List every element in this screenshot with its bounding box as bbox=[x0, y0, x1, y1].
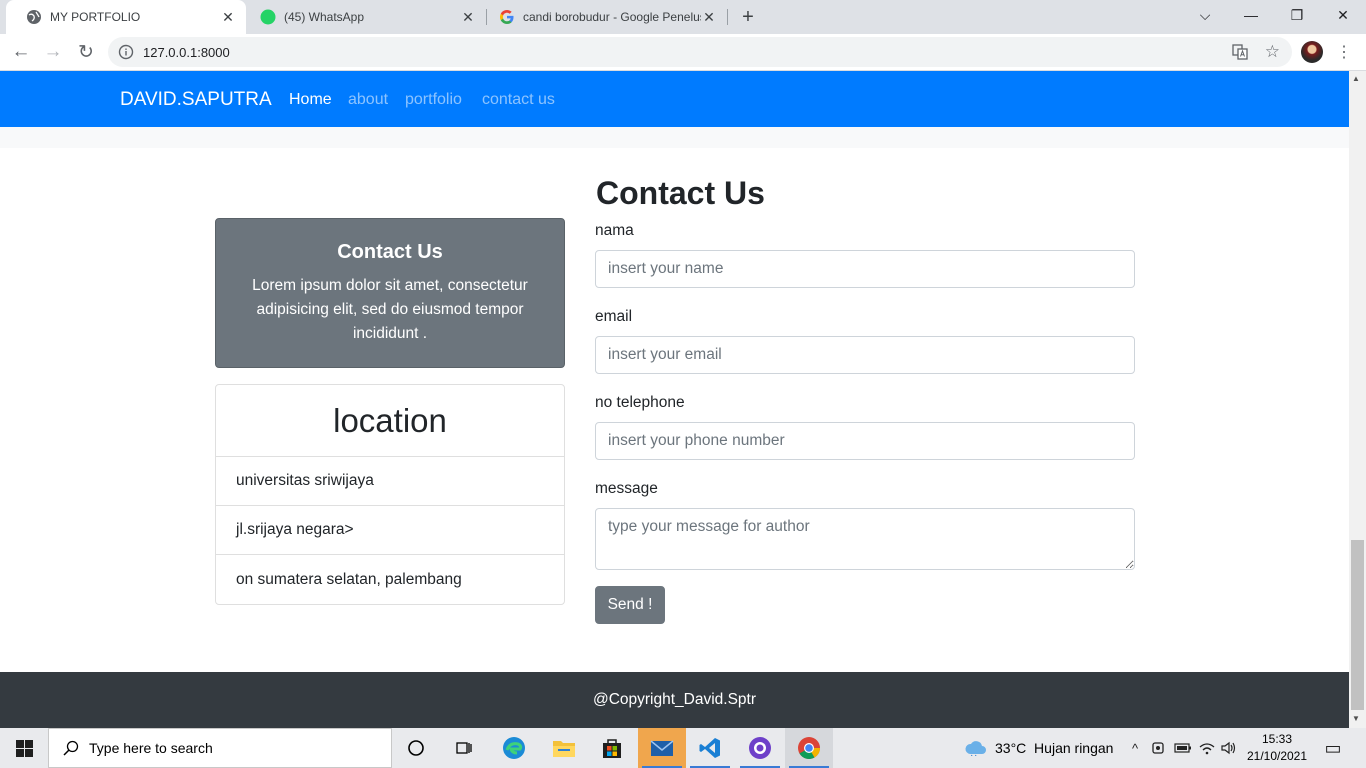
file-explorer-icon[interactable] bbox=[540, 728, 588, 768]
battery-icon[interactable] bbox=[1174, 739, 1192, 757]
whatsapp-icon bbox=[260, 9, 276, 25]
info-icon[interactable] bbox=[118, 44, 134, 60]
show-hidden-icons-icon[interactable]: ^ bbox=[1126, 739, 1144, 757]
tab-my-portfolio[interactable]: MY PORTFOLIO ✕ bbox=[6, 0, 246, 34]
navbar-brand[interactable]: DAVID.SAPUTRA bbox=[120, 89, 272, 111]
close-tab-icon[interactable]: ✕ bbox=[701, 9, 717, 25]
footer: @Copyright_David.Sptr bbox=[0, 672, 1349, 728]
restore-button[interactable]: ❐ bbox=[1274, 0, 1320, 30]
contact-info-card: Contact Us Lorem ipsum dolor sit amet, c… bbox=[215, 218, 565, 368]
window-close-button[interactable]: ✕ bbox=[1320, 0, 1366, 30]
tab-title: (45) WhatsApp bbox=[284, 10, 365, 24]
vscode-icon[interactable] bbox=[686, 728, 734, 768]
nav-link-contact-us[interactable]: contact us bbox=[482, 91, 555, 109]
notification-center-icon[interactable]: ▭ bbox=[1324, 738, 1342, 758]
message-textarea[interactable] bbox=[595, 508, 1135, 570]
browser-menu-icon[interactable]: ⋮ bbox=[1336, 41, 1352, 63]
mail-icon[interactable] bbox=[638, 728, 686, 768]
list-item: jl.srijaya negara> bbox=[216, 506, 564, 555]
close-tab-icon[interactable]: ✕ bbox=[460, 9, 476, 25]
chrome-icon[interactable] bbox=[785, 728, 833, 768]
profile-avatar[interactable] bbox=[1301, 41, 1323, 63]
search-icon bbox=[63, 740, 79, 756]
contact-card-title: Contact Us bbox=[337, 241, 443, 263]
cortana-icon[interactable] bbox=[392, 728, 440, 768]
windows-taskbar: Type here to search 33°C Hujan ringan ^ bbox=[0, 728, 1366, 768]
translate-icon[interactable] bbox=[1232, 44, 1248, 60]
scroll-down-arrow-icon[interactable]: ▼ bbox=[1352, 714, 1360, 723]
taskbar-search-box[interactable]: Type here to search bbox=[48, 728, 392, 768]
jumbotron-strip bbox=[0, 127, 1349, 148]
list-item: on sumatera selatan, palembang bbox=[236, 570, 462, 588]
github-desktop-icon[interactable] bbox=[736, 728, 784, 768]
form-title: Contact Us bbox=[596, 175, 765, 211]
browser-toolbar: ← → ↻ 127.0.0.1:8000 ☆ bbox=[0, 34, 1366, 71]
nav-link-portfolio[interactable]: portfolio bbox=[405, 91, 462, 109]
phone-input[interactable] bbox=[595, 422, 1135, 460]
footer-copyright: @Copyright_David.Sptr bbox=[592, 691, 757, 708]
page-viewport: DAVID.SAPUTRA Home about portfolio conta… bbox=[0, 71, 1349, 728]
start-button[interactable] bbox=[0, 728, 48, 768]
message-label: message bbox=[595, 480, 658, 497]
clock-date: 21/10/2021 bbox=[1246, 749, 1308, 763]
tab-whatsapp[interactable]: (45) WhatsApp ✕ bbox=[246, 0, 486, 34]
nav-link-home[interactable]: Home bbox=[289, 91, 332, 109]
name-input[interactable] bbox=[595, 250, 1135, 288]
volume-icon[interactable] bbox=[1220, 739, 1238, 757]
contact-card-text: Lorem ipsum dolor sit amet, consectetur … bbox=[252, 277, 528, 342]
phone-label: no telephone bbox=[595, 394, 685, 411]
tab-title: candi borobudur - Google Penelusuran bbox=[523, 10, 701, 24]
wifi-icon[interactable] bbox=[1198, 739, 1216, 757]
name-label: nama bbox=[595, 222, 634, 239]
forward-button[interactable]: → bbox=[39, 38, 67, 66]
globe-icon bbox=[26, 9, 42, 25]
tab-title: MY PORTFOLIO bbox=[50, 10, 141, 24]
bookmark-star-icon[interactable]: ☆ bbox=[1265, 42, 1280, 62]
close-tab-icon[interactable]: ✕ bbox=[220, 9, 236, 25]
clock-time: 15:33 bbox=[1261, 732, 1293, 746]
send-button[interactable]: Send ! bbox=[595, 586, 665, 624]
email-input[interactable] bbox=[595, 336, 1135, 374]
navbar: DAVID.SAPUTRA Home about portfolio conta… bbox=[0, 71, 1349, 127]
weather-cloud-icon[interactable] bbox=[964, 739, 988, 757]
tab-separator bbox=[727, 9, 728, 25]
tab-google-search[interactable]: candi borobudur - Google Penelusuran ✕ bbox=[487, 0, 727, 34]
microsoft-store-icon[interactable] bbox=[588, 728, 636, 768]
task-view-icon[interactable] bbox=[440, 728, 488, 768]
meet-now-icon[interactable] bbox=[1150, 739, 1168, 757]
search-placeholder: Type here to search bbox=[89, 740, 213, 756]
location-list: location universitas sriwijaya jl.srijay… bbox=[215, 384, 565, 605]
list-item: universitas sriwijaya bbox=[216, 457, 564, 506]
back-button[interactable]: ← bbox=[7, 38, 35, 66]
minimize-button[interactable]: — bbox=[1228, 0, 1274, 30]
edge-icon[interactable] bbox=[490, 728, 538, 768]
email-label: email bbox=[595, 308, 633, 325]
browser-tab-bar: MY PORTFOLIO ✕ (45) WhatsApp ✕ candi bor… bbox=[0, 0, 1366, 34]
location-title: location bbox=[216, 385, 564, 457]
tab-search-dropdown-icon[interactable]: ⌵ bbox=[1182, 0, 1228, 30]
url-text[interactable]: 127.0.0.1:8000 bbox=[143, 45, 230, 60]
nav-link-about[interactable]: about bbox=[348, 91, 388, 109]
system-clock[interactable]: 15:33 21/10/2021 bbox=[1244, 731, 1310, 765]
reload-button[interactable]: ↻ bbox=[72, 38, 100, 66]
windows-logo-icon bbox=[15, 739, 33, 757]
google-icon bbox=[499, 9, 515, 25]
address-bar[interactable]: 127.0.0.1:8000 ☆ bbox=[108, 37, 1292, 67]
weather-text[interactable]: 33°C Hujan ringan bbox=[995, 740, 1113, 756]
scroll-thumb[interactable] bbox=[1351, 540, 1364, 710]
scroll-up-arrow-icon[interactable]: ▲ bbox=[1352, 74, 1360, 83]
new-tab-button[interactable]: + bbox=[736, 5, 760, 29]
